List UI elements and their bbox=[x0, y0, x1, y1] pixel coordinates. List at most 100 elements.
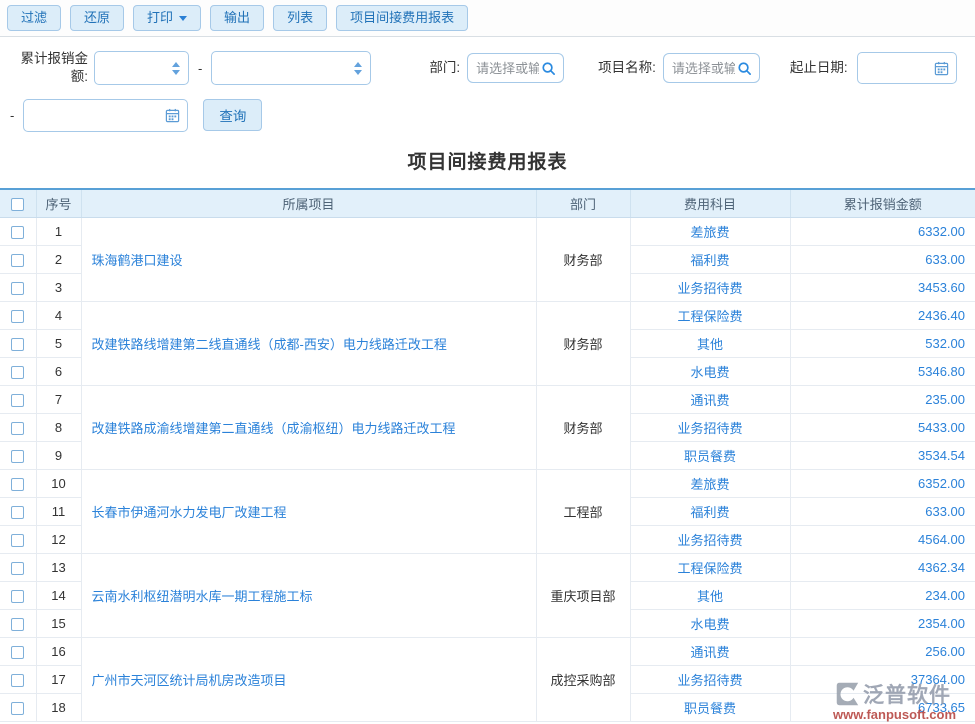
date-from-calendar-button[interactable] bbox=[934, 61, 956, 76]
subject-cell: 业务招待费 bbox=[630, 665, 790, 693]
amount-cell: 2354.00 bbox=[790, 609, 975, 637]
row-checkbox[interactable] bbox=[11, 282, 24, 295]
subject-link[interactable]: 差旅费 bbox=[690, 225, 729, 240]
project-link[interactable]: 广州市天河区统计局机房改造项目 bbox=[92, 673, 287, 688]
row-checkbox[interactable] bbox=[11, 562, 24, 575]
list-button[interactable]: 列表 bbox=[273, 5, 327, 31]
project-cell: 珠海鹤港口建设 bbox=[81, 217, 536, 301]
row-checkbox[interactable] bbox=[11, 254, 24, 267]
subject-cell: 工程保险费 bbox=[630, 553, 790, 581]
date-from-input[interactable] bbox=[858, 53, 934, 83]
filter-button[interactable]: 过滤 bbox=[7, 5, 61, 31]
subject-link[interactable]: 职员餐费 bbox=[684, 449, 736, 464]
amount-cell: 256.00 bbox=[790, 637, 975, 665]
amount-from-input[interactable] bbox=[95, 52, 172, 84]
filter-row-2: - 查询 bbox=[8, 95, 967, 135]
subject-cell: 工程保险费 bbox=[630, 301, 790, 329]
subject-link[interactable]: 水电费 bbox=[690, 617, 729, 632]
query-button[interactable]: 查询 bbox=[203, 99, 262, 131]
project-cell: 改建铁路成渝线增建第二直通线（成渝枢纽）电力线路迁改工程 bbox=[81, 385, 536, 469]
row-checkbox[interactable] bbox=[11, 422, 24, 435]
spinner-down-icon[interactable] bbox=[354, 70, 362, 75]
date-to-calendar-button[interactable] bbox=[165, 108, 187, 123]
subject-link[interactable]: 福利费 bbox=[690, 505, 729, 520]
amount-from-spinner[interactable] bbox=[172, 62, 188, 75]
subject-link[interactable]: 福利费 bbox=[690, 253, 729, 268]
subject-link[interactable]: 职员餐费 bbox=[684, 701, 736, 716]
report-tab-button[interactable]: 项目间接费用报表 bbox=[336, 5, 468, 31]
spinner-down-icon[interactable] bbox=[172, 70, 180, 75]
project-search-button[interactable] bbox=[737, 61, 759, 76]
subject-link[interactable]: 通讯费 bbox=[690, 645, 729, 660]
spinner-up-icon[interactable] bbox=[354, 62, 362, 67]
subject-link[interactable]: 工程保险费 bbox=[677, 561, 742, 576]
department-cell: 重庆项目部 bbox=[536, 553, 630, 637]
project-link[interactable]: 长春市伊通河水力发电厂改建工程 bbox=[92, 505, 287, 520]
subject-link[interactable]: 业务招待费 bbox=[677, 281, 742, 296]
export-button[interactable]: 输出 bbox=[210, 5, 264, 31]
project-link[interactable]: 云南水利枢纽潜明水库一期工程施工标 bbox=[92, 589, 313, 604]
row-checkbox[interactable] bbox=[11, 618, 24, 631]
row-checkbox[interactable] bbox=[11, 338, 24, 351]
row-number: 12 bbox=[36, 525, 81, 553]
subject-link[interactable]: 业务招待费 bbox=[677, 673, 742, 688]
subject-link[interactable]: 水电费 bbox=[690, 365, 729, 380]
project-name-input[interactable] bbox=[664, 54, 737, 82]
restore-button-label: 还原 bbox=[84, 10, 110, 26]
subject-link[interactable]: 工程保险费 bbox=[677, 309, 742, 324]
report-tab-label: 项目间接费用报表 bbox=[350, 10, 454, 26]
row-select-cell bbox=[0, 357, 36, 385]
row-checkbox[interactable] bbox=[11, 646, 24, 659]
row-checkbox[interactable] bbox=[11, 534, 24, 547]
row-checkbox[interactable] bbox=[11, 366, 24, 379]
department-search-button[interactable] bbox=[541, 61, 563, 76]
restore-button[interactable]: 还原 bbox=[70, 5, 124, 31]
subject-link[interactable]: 其他 bbox=[697, 589, 723, 604]
header-dept: 部门 bbox=[536, 189, 630, 217]
row-checkbox[interactable] bbox=[11, 310, 24, 323]
amount-from-field bbox=[94, 51, 189, 85]
row-number: 17 bbox=[36, 665, 81, 693]
department-input[interactable] bbox=[468, 54, 541, 82]
subject-link[interactable]: 业务招待费 bbox=[677, 533, 742, 548]
subject-link[interactable]: 通讯费 bbox=[690, 393, 729, 408]
project-link[interactable]: 改建铁路线增建第二线直通线（成都-西安）电力线路迁改工程 bbox=[92, 337, 447, 352]
row-number: 10 bbox=[36, 469, 81, 497]
date-to-input[interactable] bbox=[24, 100, 165, 131]
subject-cell: 其他 bbox=[630, 329, 790, 357]
row-select-cell bbox=[0, 385, 36, 413]
row-checkbox[interactable] bbox=[11, 674, 24, 687]
subject-link[interactable]: 其他 bbox=[697, 337, 723, 352]
print-button[interactable]: 打印 bbox=[133, 5, 201, 31]
row-checkbox[interactable] bbox=[11, 702, 24, 715]
project-link[interactable]: 珠海鹤港口建设 bbox=[92, 253, 183, 268]
report-table: 序号 所属项目 部门 费用科目 累计报销金额 1珠海鹤港口建设财务部差旅费633… bbox=[0, 188, 975, 722]
subject-link[interactable]: 业务招待费 bbox=[677, 421, 742, 436]
row-checkbox[interactable] bbox=[11, 478, 24, 491]
row-select-cell bbox=[0, 637, 36, 665]
row-checkbox[interactable] bbox=[11, 590, 24, 603]
row-checkbox[interactable] bbox=[11, 450, 24, 463]
subject-cell: 业务招待费 bbox=[630, 273, 790, 301]
table-row: 13云南水利枢纽潜明水库一期工程施工标重庆项目部工程保险费4362.34 bbox=[0, 553, 975, 581]
row-number: 4 bbox=[36, 301, 81, 329]
spinner-up-icon[interactable] bbox=[172, 62, 180, 67]
row-checkbox[interactable] bbox=[11, 226, 24, 239]
select-all-checkbox[interactable] bbox=[11, 198, 24, 211]
row-number: 14 bbox=[36, 581, 81, 609]
amount-cell: 633.00 bbox=[790, 497, 975, 525]
project-link[interactable]: 改建铁路成渝线增建第二直通线（成渝枢纽）电力线路迁改工程 bbox=[92, 421, 456, 436]
subject-cell: 业务招待费 bbox=[630, 413, 790, 441]
row-number: 7 bbox=[36, 385, 81, 413]
amount-to-input[interactable] bbox=[212, 52, 354, 84]
subject-cell: 业务招待费 bbox=[630, 525, 790, 553]
row-checkbox[interactable] bbox=[11, 394, 24, 407]
department-field bbox=[467, 53, 564, 83]
table-row: 4改建铁路线增建第二线直通线（成都-西安）电力线路迁改工程财务部工程保险费243… bbox=[0, 301, 975, 329]
filter-panel: 累计报销金额: - 部门: bbox=[0, 37, 975, 139]
toolbar: 过滤 还原 打印 输出 列表 项目间接费用报表 bbox=[0, 0, 975, 37]
subject-link[interactable]: 差旅费 bbox=[690, 477, 729, 492]
row-checkbox[interactable] bbox=[11, 506, 24, 519]
export-button-label: 输出 bbox=[224, 10, 250, 26]
amount-to-spinner[interactable] bbox=[354, 62, 370, 75]
